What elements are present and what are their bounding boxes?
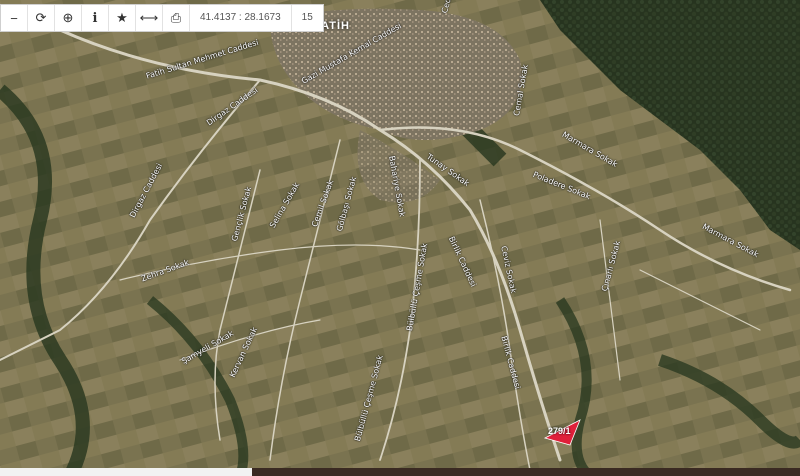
- minus-icon: −: [10, 10, 18, 26]
- bottom-strip-panel: [0, 468, 252, 476]
- parcel-label: 279/1: [548, 426, 571, 436]
- zoom-out-button[interactable]: −: [1, 5, 28, 31]
- refresh-icon: ⟳: [35, 10, 47, 25]
- info-button[interactable]: i: [82, 5, 109, 31]
- measure-icon: ⟷: [139, 10, 159, 25]
- coordinate-readout: 41.4137 : 28.1673: [190, 5, 292, 31]
- locate-button[interactable]: ⊕: [55, 5, 82, 31]
- map-toolbar: − ⟳ ⊕ i ★ ⟷ ⎙ 41.4137 : 28.1673 15: [0, 4, 324, 32]
- zoom-level-readout: 15: [301, 12, 313, 23]
- info-icon: i: [92, 10, 98, 26]
- refresh-button[interactable]: ⟳: [28, 5, 55, 31]
- star-icon: ★: [116, 10, 128, 25]
- printer-icon: ⎙: [170, 10, 182, 25]
- satellite-map[interactable]: [0, 0, 800, 476]
- crosshair-icon: ⊕: [62, 10, 74, 25]
- bottom-strip: [0, 468, 800, 476]
- measure-button[interactable]: ⟷: [136, 5, 163, 31]
- print-button[interactable]: ⎙: [163, 5, 190, 31]
- favorite-button[interactable]: ★: [109, 5, 136, 31]
